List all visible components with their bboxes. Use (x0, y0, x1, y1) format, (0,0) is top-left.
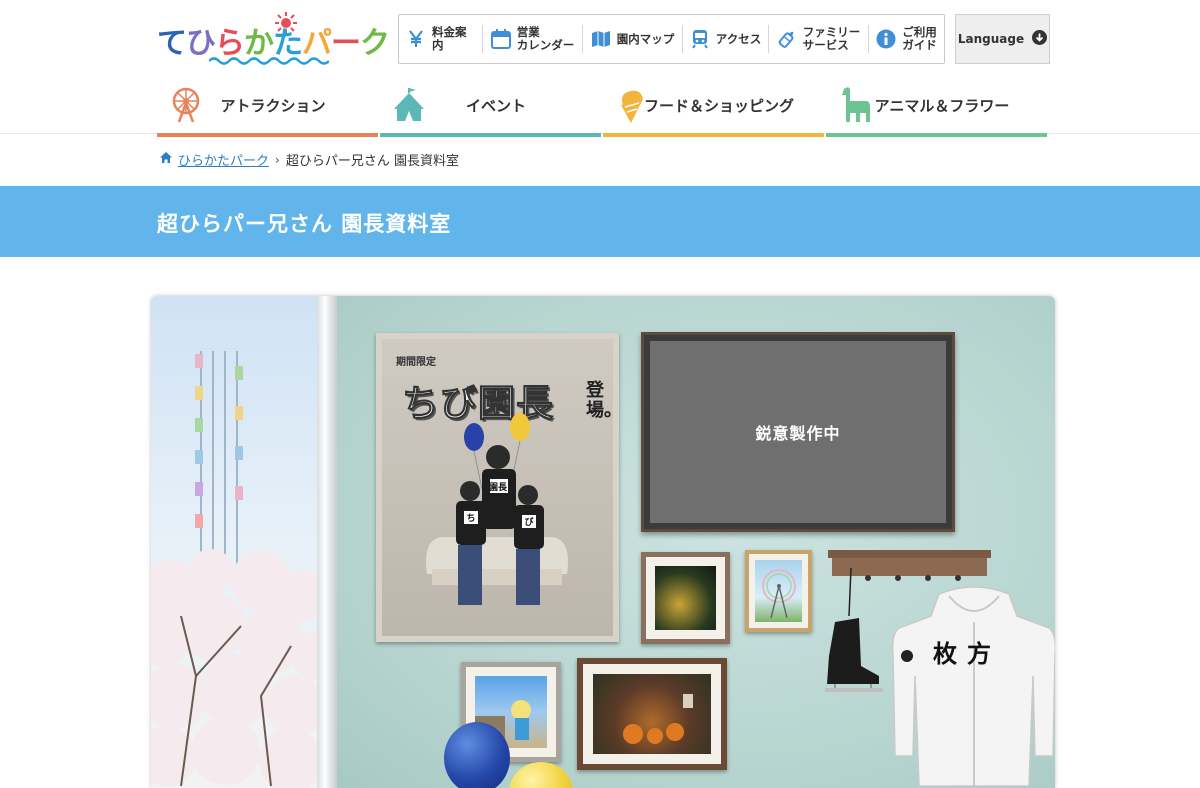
util-calendar-label: 営業 カレンダー (516, 25, 575, 52)
util-family[interactable]: ファミリー サービス (768, 15, 868, 63)
chest-badge-bi: び (524, 516, 534, 528)
language-label: Language (957, 32, 1025, 46)
breadcrumb: ひらかたパーク › 超ひらパー兄さん 園長資料室 (160, 150, 459, 169)
tv-placeholder-text: 鋭意製作中 (755, 424, 841, 443)
utility-nav: 料金案内 営業 カレンダー 園内マップ アクセス ファミリー サービス ご利用 … (398, 14, 945, 64)
frame-ferris-photo (755, 560, 802, 622)
nav-attraction-label: アトラクション (220, 97, 326, 115)
yen-icon (405, 28, 427, 50)
nav-event[interactable]: イベント (380, 77, 603, 137)
nav-animal-flower-bar (826, 133, 1047, 137)
alpaca-icon (842, 87, 870, 122)
breadcrumb-current: 超ひらパー兄さん 園長資料室 (285, 154, 459, 169)
poster-photo: 園長 ち び (426, 413, 568, 605)
blue-balloon (444, 722, 510, 788)
chest-badge-director: 園長 (489, 482, 508, 493)
nav-animal-flower-label: アニマル＆フラワー (874, 97, 1010, 115)
util-family-label: ファミリー サービス (802, 25, 861, 52)
frame-night-statue[interactable] (641, 552, 730, 644)
home-icon (160, 152, 172, 167)
tv-display: 鋭意製作中 (650, 341, 946, 523)
arrow-down-circle-icon (1032, 29, 1048, 49)
util-guide[interactable]: ご利用 ガイド (868, 15, 944, 63)
ferris-wheel-icon (172, 87, 200, 123)
tv-screen[interactable]: 鋭意製作中 (641, 332, 955, 532)
ice-cream-icon (621, 90, 643, 123)
info-icon (875, 28, 897, 50)
util-pricing-label: 料金案内 (432, 25, 467, 52)
breadcrumb-home-link[interactable]: ひらかたパーク (178, 150, 269, 169)
util-map-label: 園内マップ (616, 31, 675, 46)
nav-event-bar (380, 133, 601, 137)
language-button[interactable]: Language (955, 14, 1050, 64)
page-title: 超ひらパー兄さん 園長資料室 (157, 212, 452, 236)
window-view (151, 296, 340, 788)
tent-icon (394, 88, 424, 121)
nav-food-shopping-bar (603, 133, 824, 137)
calendar-icon (490, 28, 512, 50)
page-title-banner: 超ひらパー兄さん 園長資料室 (0, 186, 1200, 257)
util-calendar[interactable]: 営業 カレンダー (482, 15, 582, 63)
util-guide-label: ご利用 ガイド (902, 25, 937, 52)
chibi-director-poster[interactable]: 期間限定 ちび園長 登場。 園長 ち び (376, 333, 622, 642)
util-map[interactable]: 園内マップ (582, 15, 682, 63)
chest-badge-chi: ち (466, 513, 475, 524)
nav-attraction[interactable]: アトラクション (157, 77, 380, 137)
hoodie-text: 枚方 (933, 640, 1001, 668)
train-icon (689, 28, 711, 50)
nav-attraction-bar (157, 133, 378, 137)
ice-skate-icon (825, 567, 883, 692)
map-icon (590, 28, 612, 50)
chevron-right-icon: › (275, 152, 280, 167)
main-nav: アトラクション イベント フード＆ショッピング アニマル＆フラワー (157, 77, 1049, 137)
hero-room-illustration: 期間限定 ちび園長 登場。 園長 ち び 鋭意製作中 枚方 (151, 296, 1055, 788)
frame-halloween[interactable] (577, 658, 727, 770)
hoodie-icon (891, 586, 1055, 786)
frame-night-photo (655, 566, 716, 630)
site-logo[interactable]: てひらかたパーク (157, 12, 390, 66)
nav-food-shopping-label: フード＆ショッピング (643, 97, 794, 115)
util-access[interactable]: アクセス (682, 15, 768, 63)
nav-food-shopping[interactable]: フード＆ショッピング (603, 77, 826, 137)
nav-event-label: イベント (465, 97, 526, 115)
logo-wave-icon (209, 57, 329, 65)
window-frame (317, 296, 337, 788)
frame-ferris-wheel[interactable] (745, 550, 812, 632)
ferris-wheel-photo (151, 351, 340, 788)
nav-animal-flower[interactable]: アニマル＆フラワー (826, 77, 1049, 137)
frame-halloween-photo (593, 674, 711, 754)
util-pricing[interactable]: 料金案内 (399, 15, 482, 63)
util-access-label: アクセス (715, 31, 762, 46)
baby-bottle-icon (776, 28, 798, 50)
site-header: てひらかたパーク 料金案内 営業 カレンダー 園内マップ アクセス ファミリー … (0, 0, 1200, 137)
